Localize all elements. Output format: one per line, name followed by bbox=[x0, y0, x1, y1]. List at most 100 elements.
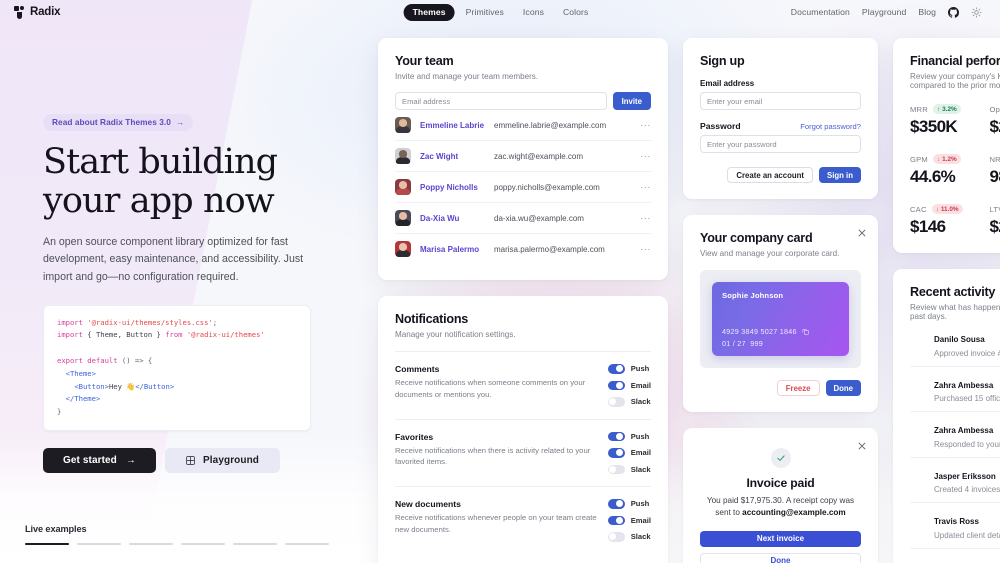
create-account-button[interactable]: Create an account bbox=[727, 167, 813, 183]
email-field[interactable] bbox=[700, 92, 861, 110]
kpi-name: GPM bbox=[910, 154, 928, 164]
toggle-email[interactable] bbox=[607, 515, 625, 525]
row-menu-icon[interactable]: ··· bbox=[640, 213, 651, 223]
github-icon[interactable] bbox=[948, 6, 959, 18]
nav-item-primitives[interactable]: Primitives bbox=[458, 4, 512, 21]
live-example-tab[interactable] bbox=[285, 543, 329, 545]
list-item[interactable]: Travis Ross Updated client details for bbox=[910, 503, 1000, 549]
list-item[interactable]: Zahra Ambessa Purchased 15 office chairs bbox=[910, 367, 1000, 412]
financial-subtitle: Review your company's KPIs compared to t… bbox=[910, 72, 1000, 90]
page-title: Start building your app now bbox=[43, 142, 373, 221]
kpi-grid: MRR ↑3.2% $350K OpEx ↓2.4% $211K GPM ↓1.… bbox=[910, 104, 1000, 237]
status-badge: ↑ 3.2% bbox=[932, 104, 961, 114]
table-row: Da-Xia Wu da-xia.wu@example.com ··· bbox=[395, 203, 651, 234]
credit-card-frame: Sophie Johnson 4929 3849 5027 1846 01 / … bbox=[700, 270, 861, 368]
live-example-tab[interactable] bbox=[233, 543, 277, 545]
avatar bbox=[395, 148, 411, 164]
activity-description: Approved invoice #3461 bbox=[934, 348, 1000, 358]
code-import-kw-2: import bbox=[57, 330, 83, 340]
nav-item-blog[interactable]: Blog bbox=[918, 7, 936, 17]
member-name[interactable]: Marisa Palermo bbox=[420, 245, 494, 254]
card-holder-name: Sophie Johnson bbox=[722, 291, 784, 300]
grid-icon bbox=[186, 456, 195, 465]
kpi-value: $350K bbox=[910, 117, 958, 136]
your-team-card: Your team Invite and manage your team me… bbox=[378, 38, 668, 280]
row-menu-icon[interactable]: ··· bbox=[640, 151, 651, 161]
row-menu-icon[interactable]: ··· bbox=[640, 182, 651, 192]
sign-in-button[interactable]: Sign in bbox=[819, 167, 861, 183]
hero-announcement-badge[interactable]: Read about Radix Themes 3.0 → bbox=[43, 113, 194, 131]
freeze-button[interactable]: Freeze bbox=[776, 380, 820, 396]
code-from-kw: from bbox=[165, 330, 183, 340]
copy-icon[interactable] bbox=[802, 328, 809, 335]
live-example-tab[interactable] bbox=[129, 543, 173, 545]
get-started-button[interactable]: Get started → bbox=[43, 448, 157, 474]
live-example-tab[interactable] bbox=[25, 543, 69, 545]
notification-group: New documents Receive notifications when… bbox=[395, 487, 651, 554]
member-name[interactable]: Emmeline Labrie bbox=[420, 121, 494, 130]
kpi-item: MRR ↑ 3.2% $350K bbox=[910, 104, 972, 137]
member-email: zac.wight@example.com bbox=[494, 151, 584, 161]
activity-user: Travis Ross bbox=[934, 517, 979, 526]
nav-item-documentation[interactable]: Documentation bbox=[791, 7, 850, 17]
member-name[interactable]: Zac Wight bbox=[420, 152, 494, 161]
invite-button[interactable]: Invite bbox=[612, 92, 651, 110]
live-example-tab[interactable] bbox=[181, 543, 225, 545]
notification-group-desc: Receive notifications when there is acti… bbox=[395, 445, 591, 467]
member-name[interactable]: Poppy Nicholls bbox=[420, 183, 494, 192]
invite-email-input[interactable] bbox=[395, 92, 607, 110]
code-snippet-box: import '@radix-ui/themes/styles.css'; im… bbox=[43, 304, 311, 432]
invoice-done-button[interactable]: Done bbox=[700, 552, 861, 563]
list-item[interactable]: Gizela KavkováCreated a new report bbox=[910, 549, 1000, 563]
trend-down-icon: ↓ bbox=[935, 205, 939, 213]
toggle-slack[interactable] bbox=[607, 532, 625, 542]
password-field[interactable] bbox=[700, 135, 861, 153]
brand-logo[interactable]: Radix bbox=[14, 5, 61, 19]
toggle-push[interactable] bbox=[607, 364, 625, 374]
activity-user: Danilo Sousa bbox=[934, 335, 985, 344]
invoice-email: accounting@example.com bbox=[742, 508, 846, 518]
playground-button[interactable]: Playground bbox=[165, 448, 281, 474]
toggle-push[interactable] bbox=[607, 431, 625, 441]
code-theme-open: <Theme> bbox=[65, 368, 96, 378]
close-icon[interactable] bbox=[857, 438, 867, 450]
password-label: Password bbox=[700, 121, 741, 131]
row-menu-icon[interactable]: ··· bbox=[640, 120, 651, 130]
done-button[interactable]: Done bbox=[825, 380, 861, 396]
activity-description: Purchased 15 office chairs bbox=[934, 394, 1000, 403]
member-name[interactable]: Da-Xia Wu bbox=[420, 214, 494, 223]
code-theme-close: </Theme> bbox=[65, 394, 101, 404]
toggle-slack[interactable] bbox=[607, 397, 625, 407]
nav-item-themes[interactable]: Themes bbox=[403, 3, 455, 21]
recent-activity-title: Recent activity bbox=[910, 285, 996, 299]
toggle-email[interactable] bbox=[607, 380, 625, 390]
primary-nav: Themes Primitives Icons Colors bbox=[403, 3, 597, 21]
notification-group-title: Favorites bbox=[395, 431, 434, 442]
close-icon[interactable] bbox=[857, 225, 867, 237]
radix-logo-icon bbox=[14, 5, 25, 19]
nav-item-colors[interactable]: Colors bbox=[555, 4, 596, 21]
sun-icon[interactable] bbox=[971, 6, 982, 18]
code-import-members: { Theme, Button } bbox=[87, 330, 166, 340]
toggle-slack[interactable] bbox=[607, 464, 625, 474]
list-item[interactable]: Danilo Sousa Approved invoice #3461 bbox=[910, 321, 1000, 367]
toggle-email[interactable] bbox=[607, 448, 625, 458]
showcase-column-a: Your team Invite and manage your team me… bbox=[378, 38, 668, 563]
toggle-push[interactable] bbox=[607, 499, 625, 509]
code-import-path-1: '@radix-ui/themes/styles.css' bbox=[87, 317, 213, 327]
invoice-title: Invoice paid bbox=[746, 476, 815, 490]
nav-item-playground[interactable]: Playground bbox=[862, 7, 906, 17]
avatar bbox=[910, 380, 927, 397]
kpi-delta: 3.2% bbox=[942, 105, 957, 113]
invoice-message: You paid $17,975.30. A receipt copy was … bbox=[700, 495, 861, 520]
nav-item-icons[interactable]: Icons bbox=[515, 4, 552, 21]
forgot-password-link[interactable]: Forgot password? bbox=[800, 122, 861, 131]
toggle-label: Push bbox=[630, 431, 650, 441]
live-example-tab[interactable] bbox=[77, 543, 121, 545]
next-invoice-button[interactable]: Next invoice bbox=[700, 530, 861, 547]
list-item[interactable]: Zahra Ambessa Responded to your comment bbox=[910, 412, 1000, 458]
row-menu-icon[interactable]: ··· bbox=[640, 244, 651, 254]
card-cvc: 999 bbox=[750, 339, 763, 348]
list-item[interactable]: Jasper Eriksson Created 4 invoices bbox=[910, 458, 1000, 503]
credit-card[interactable]: Sophie Johnson 4929 3849 5027 1846 01 / … bbox=[712, 282, 849, 356]
